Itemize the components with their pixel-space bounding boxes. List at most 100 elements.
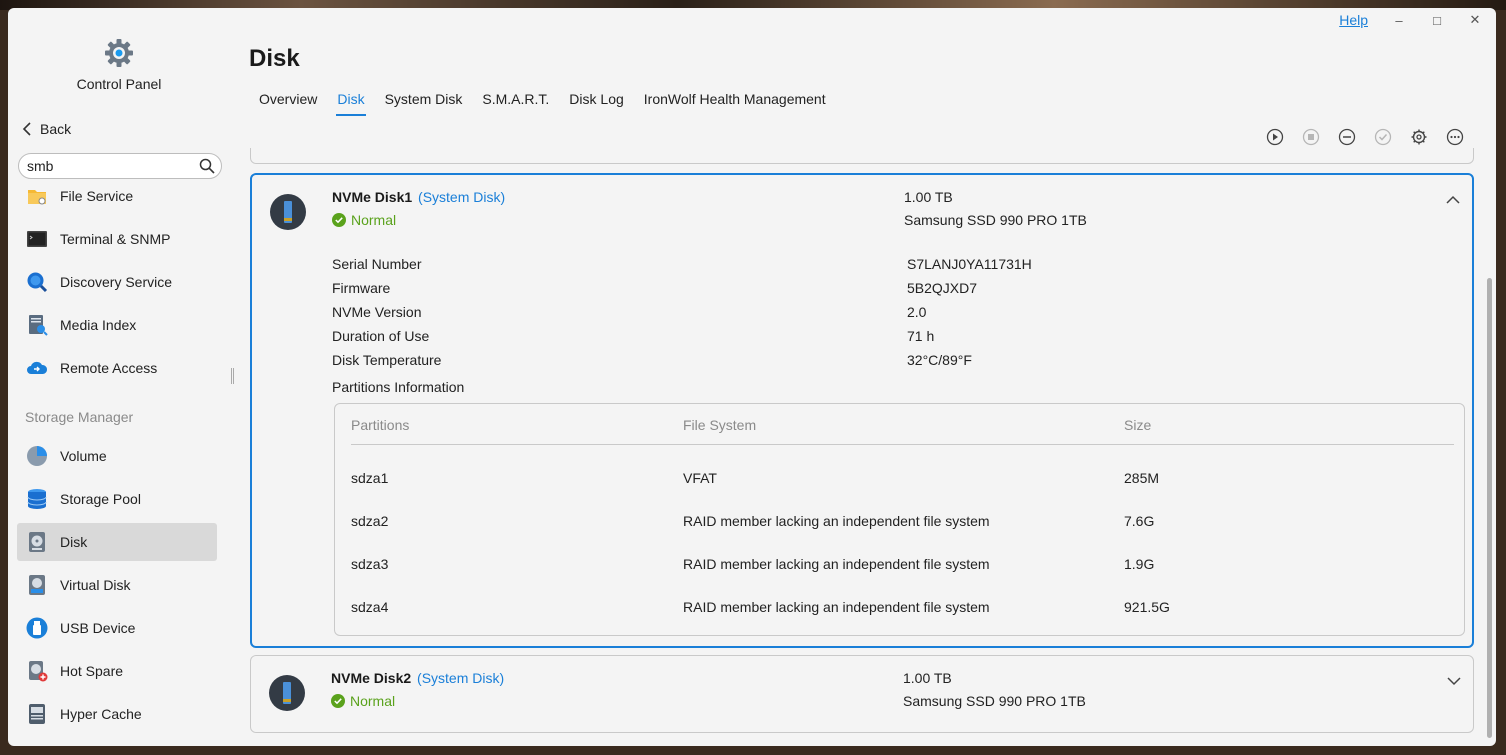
sidebar-item-virtual-disk[interactable]: Virtual Disk [17, 566, 217, 604]
partition-fs: RAID member lacking an independent file … [683, 556, 990, 572]
partition-size: 1.9G [1124, 556, 1155, 572]
scrollbar[interactable] [1484, 148, 1494, 746]
sidebar-resize-handle[interactable] [231, 368, 234, 384]
detail-label: Firmware [332, 280, 391, 296]
chevron-left-icon [22, 122, 31, 136]
tab-disk-log[interactable]: Disk Log [559, 90, 633, 116]
hot-spare-icon [29, 661, 48, 682]
disk-model: Samsung SSD 990 PRO 1TB [904, 212, 1087, 228]
tab-overview[interactable]: Overview [249, 90, 327, 116]
check-circle-icon [331, 694, 345, 708]
sidebar-item-hyper-cache[interactable]: Hyper Cache [17, 695, 217, 733]
maximize-icon[interactable]: □ [1430, 13, 1444, 28]
search-input[interactable] [27, 158, 197, 174]
previous-disk-card[interactable] [250, 148, 1474, 164]
back-button[interactable]: Back [22, 121, 71, 137]
storage-manager-section-label: Storage Manager [25, 409, 134, 425]
media-index-icon [29, 315, 48, 336]
chevron-up-icon[interactable] [1446, 195, 1460, 205]
chevron-down-icon[interactable] [1447, 676, 1461, 686]
disk-name-text: NVMe Disk1 [332, 189, 413, 205]
tab-system-disk[interactable]: System Disk [375, 90, 473, 116]
detail-value: 2.0 [907, 304, 927, 320]
discovery-icon [27, 272, 48, 293]
partition-name: sdza4 [351, 599, 389, 615]
help-link[interactable]: Help [1339, 12, 1368, 28]
tab-smart[interactable]: S.M.A.R.T. [472, 90, 559, 116]
sidebar-item-disk[interactable]: Disk [17, 523, 217, 561]
detail-label: Serial Number [332, 256, 422, 272]
status-badge: Normal [332, 212, 396, 228]
control-panel-header: Control Panel [8, 38, 230, 92]
close-icon[interactable]: ✕ [1468, 12, 1482, 28]
column-header: Partitions [351, 417, 410, 433]
sidebar-item-hot-spare[interactable]: Hot Spare [17, 652, 217, 690]
page-title: Disk [249, 45, 300, 72]
stop-circle-icon[interactable] [1302, 128, 1320, 146]
disk-list: NVMe Disk1 (System Disk) Normal 1.00 TB … [249, 148, 1475, 746]
check-circle-icon[interactable] [1374, 128, 1392, 146]
partition-fs: RAID member lacking an independent file … [683, 513, 990, 529]
sidebar: Control Panel Back File Service [8, 8, 234, 746]
disk-card[interactable]: NVMe Disk2 (System Disk) Normal 1.00 TB … [250, 655, 1474, 733]
detail-value: S7LANJ0YA11731H [907, 256, 1032, 272]
disk-model: Samsung SSD 990 PRO 1TB [903, 693, 1086, 709]
scrollbar-thumb[interactable] [1487, 278, 1492, 738]
nvme-disk-icon [269, 675, 305, 711]
sidebar-item-remote-access[interactable]: Remote Access [17, 349, 217, 387]
disk-card[interactable]: NVMe Disk1 (System Disk) Normal 1.00 TB … [250, 173, 1474, 648]
table-row: sdza1 VFAT 285M [351, 470, 1454, 490]
status-badge: Normal [331, 693, 395, 709]
check-circle-icon [332, 213, 346, 227]
column-header: Size [1124, 417, 1152, 433]
tab-ironwolf[interactable]: IronWolf Health Management [634, 90, 836, 116]
virtual-disk-icon [29, 575, 45, 595]
column-header: File System [683, 417, 757, 433]
partition-size: 7.6G [1124, 513, 1155, 529]
detail-label: Duration of Use [332, 328, 430, 344]
sidebar-item-storage-pool[interactable]: Storage Pool [17, 480, 217, 518]
sidebar-item-label: Disk [60, 534, 88, 550]
nvme-disk-icon [270, 194, 306, 230]
sidebar-item-label: Terminal & SNMP [60, 231, 171, 247]
sidebar-item-terminal-snmp[interactable]: Terminal & SNMP [17, 220, 217, 258]
partition-size: 921.5G [1124, 599, 1170, 615]
sidebar-item-label: USB Device [60, 620, 136, 636]
sidebar-item-file-service[interactable]: File Service [17, 177, 217, 215]
disk-capacity: 1.00 TB [903, 670, 952, 686]
detail-value: 32°C/89°F [907, 352, 972, 368]
window-controls: Help – □ ✕ [1339, 12, 1482, 28]
search-icon[interactable] [199, 158, 215, 174]
status-text: Normal [350, 693, 396, 709]
control-panel-gear-icon [105, 39, 133, 67]
tab-disk[interactable]: Disk [327, 90, 374, 116]
disk-capacity: 1.00 TB [904, 189, 953, 205]
sidebar-item-label: Hyper Cache [60, 706, 142, 722]
tab-bar: Overview Disk System Disk S.M.A.R.T. Dis… [249, 90, 836, 116]
file-service-icon [28, 190, 46, 205]
detail-value: 71 h [907, 328, 935, 344]
sidebar-item-media-index[interactable]: Media Index [17, 306, 217, 344]
partition-size: 285M [1124, 470, 1160, 486]
detail-value: 5B2QJXD7 [907, 280, 978, 296]
volume-pie-icon [27, 446, 47, 466]
sidebar-item-discovery-service[interactable]: Discovery Service [17, 263, 217, 301]
disk-name-text: NVMe Disk2 [331, 670, 412, 686]
minus-circle-icon[interactable] [1338, 128, 1356, 146]
sidebar-item-label: Volume [60, 448, 107, 464]
sidebar-item-volume[interactable]: Volume [17, 437, 217, 475]
partitions-title: Partitions Information [332, 379, 465, 395]
usb-icon [26, 617, 48, 639]
minimize-icon[interactable]: – [1392, 13, 1406, 28]
system-disk-tag[interactable]: (System Disk) [417, 670, 504, 686]
table-row: sdza4 RAID member lacking an independent… [351, 599, 1454, 619]
system-disk-tag[interactable]: (System Disk) [418, 189, 505, 205]
sidebar-item-label: Media Index [60, 317, 137, 333]
partition-name: sdza3 [351, 556, 389, 572]
more-circle-icon[interactable] [1446, 128, 1464, 146]
cloud-icon [27, 361, 48, 374]
play-circle-icon[interactable] [1266, 128, 1284, 146]
gear-icon[interactable] [1410, 128, 1428, 146]
sidebar-item-usb-device[interactable]: USB Device [17, 609, 217, 647]
control-panel-window: Help – □ ✕ Control Panel Back smb File S… [8, 8, 1496, 746]
